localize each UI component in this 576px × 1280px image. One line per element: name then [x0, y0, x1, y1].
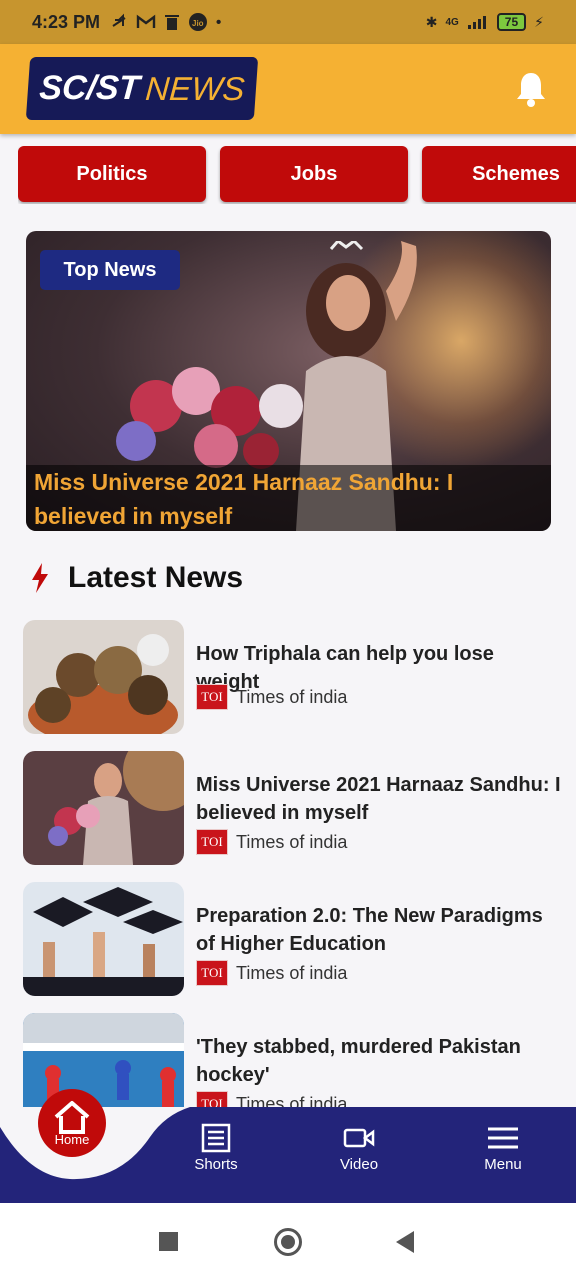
network-label: 4G	[445, 16, 459, 28]
news-source-name: Times of india	[236, 1093, 348, 1108]
category-bar: Politics Jobs Schemes	[18, 146, 576, 204]
jio-icon: Jio	[189, 13, 208, 31]
news-thumbnail-triphala	[23, 620, 184, 734]
nav-shorts-button[interactable]: Shorts	[171, 1120, 261, 1180]
notification-bell-icon[interactable]	[514, 70, 548, 108]
latest-news-title: Latest News	[68, 561, 244, 594]
bluetooth-icon: ✱	[425, 13, 438, 30]
news-source-name: Times of india	[236, 962, 348, 983]
battery-indicator: 75	[496, 13, 527, 31]
top-news-title: Miss Universe 2021 Harnaaz Sandhu: I bel…	[26, 465, 551, 531]
status-time: 4:23 PM	[32, 11, 101, 32]
nav-video-label: Video	[339, 1156, 379, 1173]
nav-menu-label: Menu	[484, 1156, 522, 1173]
news-item-title: 'They stabbed, murdered Pakistan hockey'	[196, 1036, 521, 1086]
home-system-icon[interactable]	[274, 1228, 302, 1256]
nav-menu-button[interactable]: Menu	[458, 1120, 548, 1180]
back-icon[interactable]	[396, 1231, 414, 1253]
dot-icon: •	[216, 13, 222, 31]
news-item-title: Preparation 2.0: The New Paradigms of Hi…	[196, 905, 543, 955]
news-source-name: Times of india	[236, 831, 348, 852]
home-icon	[54, 1100, 90, 1134]
news-item[interactable]: 'They stabbed, murdered Pakistan hockey'…	[23, 1013, 563, 1107]
notification-icons: Jio •	[110, 12, 221, 32]
category-schemes-button[interactable]: Schemes	[422, 146, 576, 202]
lightning-icon	[32, 563, 48, 593]
news-thumbnail-miss-universe	[23, 751, 184, 865]
nav-home-label: Home	[54, 1131, 90, 1147]
hero-flowers-image	[116, 367, 303, 469]
system-icons: ✱ 4G 75 ⚡	[426, 13, 544, 31]
news-thumbnail-hockey	[23, 1013, 184, 1107]
nav-video-button[interactable]: Video	[314, 1120, 404, 1180]
hamburger-menu-icon	[487, 1120, 519, 1156]
mute-icon	[112, 13, 126, 27]
status-bar: 4:23 PM Jio • ✱ 4G 75 ⚡	[0, 0, 576, 44]
nav-home-button[interactable]: Home	[38, 1089, 106, 1157]
nav-shorts-label: Shorts	[194, 1156, 238, 1173]
news-item[interactable]: Preparation 2.0: The New Paradigms of Hi…	[23, 882, 563, 998]
toi-logo-icon: TOI	[196, 829, 228, 855]
news-item[interactable]: How Triphala can help you lose weight TO…	[23, 620, 563, 736]
newspaper-icon	[200, 1120, 232, 1156]
trash-icon	[165, 15, 180, 30]
latest-news-heading: Latest News	[30, 558, 243, 598]
news-item[interactable]: Miss Universe 2021 Harnaaz Sandhu: I bel…	[23, 751, 563, 867]
news-item-title: Miss Universe 2021 Harnaaz Sandhu: I bel…	[196, 774, 561, 824]
toi-logo-icon: TOI	[196, 960, 228, 986]
recent-apps-icon[interactable]	[159, 1232, 178, 1251]
app-header: SC/ST NEWS	[0, 44, 576, 134]
toi-logo-icon: TOI	[196, 684, 228, 710]
news-item-source: TOI Times of india	[196, 1091, 347, 1107]
video-camera-icon	[343, 1120, 375, 1156]
app-logo[interactable]: SC/ST NEWS	[25, 57, 259, 120]
top-news-card[interactable]: Top News Miss Universe 2021 Harnaaz Sand…	[26, 231, 551, 531]
category-jobs-button[interactable]: Jobs	[220, 146, 408, 202]
news-source-name: Times of india	[236, 686, 348, 707]
news-item-source: TOI Times of india	[196, 960, 347, 986]
logo-main-text: SC/ST	[38, 69, 141, 107]
logo-accent-text: NEWS	[144, 69, 246, 107]
svg-text:Jio: Jio	[192, 19, 204, 28]
news-thumbnail-graduation	[23, 882, 184, 996]
category-politics-button[interactable]: Politics	[18, 146, 206, 202]
news-item-source: TOI Times of india	[196, 684, 347, 710]
toi-logo-icon: TOI	[196, 1091, 228, 1107]
gmail-icon	[136, 14, 156, 28]
top-news-badge: Top News	[40, 250, 180, 290]
charging-icon: ⚡	[534, 13, 544, 30]
signal-icon	[467, 16, 486, 29]
news-item-source: TOI Times of india	[196, 829, 347, 855]
